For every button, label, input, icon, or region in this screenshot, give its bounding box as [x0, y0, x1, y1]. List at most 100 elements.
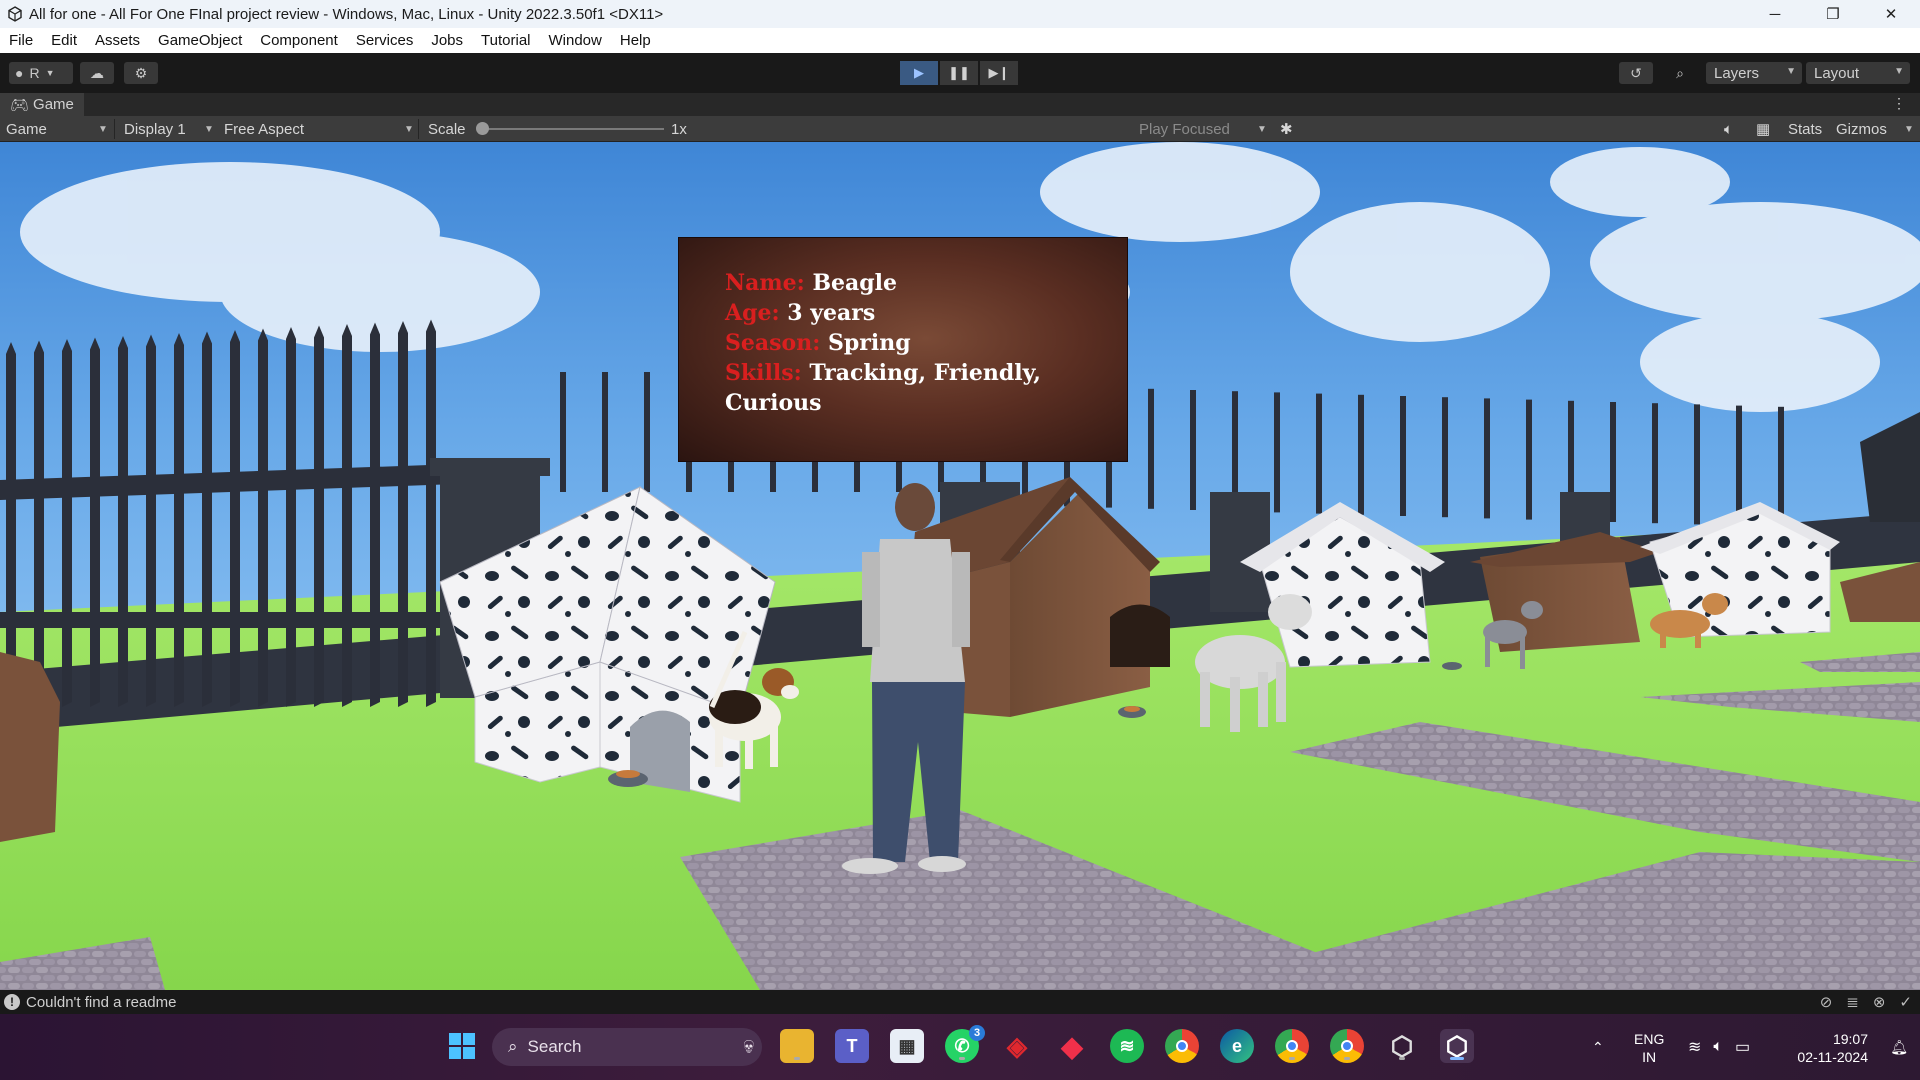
pause-button[interactable]: ❚❚ [940, 61, 978, 85]
clock-time: 19:07 [1832, 1031, 1868, 1047]
cloud-button[interactable]: ☁ [80, 62, 114, 84]
menu-tutorial[interactable]: Tutorial [472, 32, 539, 49]
bug-report-button[interactable]: ✱ [1280, 116, 1293, 142]
search-highlight-icon: 💀︎ [743, 1035, 754, 1058]
display-dropdown[interactable]: Display 1 ▼ [124, 116, 216, 142]
menu-window[interactable]: Window [540, 32, 611, 49]
play-button[interactable]: ▶ [900, 61, 938, 85]
app-diamond-icon[interactable]: ◆ [1055, 1029, 1089, 1063]
info-skills-label: Skills: [725, 360, 802, 386]
menu-jobs[interactable]: Jobs [422, 32, 472, 49]
unity-hub-icon[interactable]: ⬡ [1385, 1029, 1419, 1063]
file-explorer-icon[interactable] [780, 1029, 814, 1063]
status-message[interactable]: Couldn't find a readme [26, 994, 176, 1011]
fence-picket [1694, 404, 1700, 525]
fence-picket [286, 327, 296, 707]
history-icon: ↺ [1630, 64, 1642, 81]
step-button[interactable]: ▶❙ [980, 61, 1018, 85]
fence-picket [1736, 405, 1742, 526]
show-hidden-icons-button[interactable]: ⌃ [1592, 1014, 1604, 1080]
spotify-icon[interactable]: ≋ [1110, 1029, 1144, 1063]
fence-picket [1316, 393, 1322, 514]
settings-icon: ⚙ [134, 64, 148, 81]
collab-button[interactable]: ⚙ [124, 62, 158, 84]
divider [114, 119, 115, 139]
play-controls: ▶ ❚❚ ▶❙ [900, 61, 1018, 85]
history-button[interactable]: ↺ [1619, 62, 1653, 84]
active-indicator [959, 1057, 965, 1060]
fence-picket [118, 336, 128, 707]
layers-stack-icon[interactable]: ≣ [1846, 993, 1859, 1011]
stats-button[interactable]: Stats [1788, 116, 1822, 142]
chevron-down-icon: ▼ [404, 124, 414, 135]
minimize-button[interactable]: ─ [1746, 0, 1804, 28]
taskbar-clock[interactable]: 19:07 02-11-2024 [1797, 1030, 1868, 1066]
fence-picket [1442, 397, 1448, 518]
unity-editor-icon[interactable]: ⬡ [1440, 1029, 1474, 1063]
maximize-button[interactable]: ❐ [1804, 0, 1862, 28]
chevron-down-icon: ▼ [98, 124, 108, 135]
mcafee-icon[interactable]: ◈ [1000, 1029, 1034, 1063]
scale-slider-handle[interactable] [476, 122, 489, 135]
debug-off-icon[interactable]: ⊘ [1820, 993, 1833, 1011]
check-circle-icon[interactable]: ✓ [1899, 993, 1912, 1011]
menu-edit[interactable]: Edit [42, 32, 86, 49]
fence-picket [146, 334, 156, 707]
notification-button[interactable]: 🔔︎ [1890, 1014, 1908, 1080]
game-viewport[interactable]: Name: Beagle Age: 3 years Season: Spring… [0, 142, 1920, 990]
region-code: IN [1642, 1049, 1657, 1065]
fence-picket [1148, 388, 1154, 509]
chrome-icon[interactable] [1165, 1029, 1199, 1063]
info-age-value: 3 years [787, 300, 876, 326]
taskbar-search[interactable]: ⌕ Search 💀︎ [492, 1028, 762, 1066]
fence-picket [34, 340, 44, 707]
play-mode-dropdown[interactable]: Play Focused ▼ [1139, 116, 1269, 142]
menu-file[interactable]: File [0, 32, 42, 49]
account-dropdown[interactable]: ● R ▼ [9, 62, 73, 84]
menu-assets[interactable]: Assets [86, 32, 149, 49]
active-indicator [1450, 1057, 1464, 1060]
language-indicator[interactable]: ENG IN [1634, 1030, 1664, 1066]
close-button[interactable]: ✕ [1862, 0, 1920, 28]
aspect-dropdown[interactable]: Free Aspect ▼ [224, 116, 416, 142]
menu-component[interactable]: Component [251, 32, 347, 49]
fence-picket [1400, 396, 1406, 516]
window-title: All for one - All For One FInal project … [29, 5, 664, 23]
system-tray[interactable]: ≋ 🔈︎ ▭ [1688, 1014, 1750, 1080]
search-button[interactable]: ⌕ [1663, 62, 1697, 84]
gizmos-dropdown[interactable]: Gizmos ▼ [1836, 116, 1916, 142]
fence-picket [1610, 402, 1616, 522]
play-icon: ▶ [914, 65, 924, 80]
chrome-profile-icon[interactable] [1275, 1029, 1309, 1063]
menu-help[interactable]: Help [611, 32, 660, 49]
info-skills-row: Skills: Tracking, Friendly, [725, 358, 1097, 388]
tab-menu-icon[interactable]: ⋮ [1892, 95, 1906, 112]
menu-services[interactable]: Services [347, 32, 423, 49]
fence-picket [1358, 394, 1364, 515]
teams-icon[interactable]: T [835, 1029, 869, 1063]
layout-dropdown[interactable]: Layout ▼ [1806, 62, 1910, 84]
layers-dropdown[interactable]: Layers ▼ [1706, 62, 1802, 84]
view-mode-dropdown[interactable]: Game ▼ [6, 116, 110, 142]
fence-picket [370, 322, 380, 707]
account-icon: ● [15, 65, 24, 81]
store-icon[interactable]: ▦ [890, 1029, 924, 1063]
scale-slider-track[interactable] [484, 128, 664, 130]
grid-toggle-button[interactable]: ▦ [1756, 116, 1770, 142]
speaker-icon: 🔈︎ [1724, 120, 1734, 138]
clock-date: 02-11-2024 [1797, 1049, 1868, 1065]
info-age-row: Age: 3 years [725, 298, 1097, 328]
menu-gameobject[interactable]: GameObject [149, 32, 251, 49]
account-label: R [29, 65, 40, 81]
info-name-label: Name: [725, 270, 805, 296]
network-off-icon[interactable]: ⊗ [1873, 993, 1886, 1011]
gamepad-icon: 🎮︎ [10, 96, 30, 114]
start-button[interactable] [445, 1029, 479, 1063]
edge-icon[interactable]: e [1220, 1029, 1254, 1063]
chrome-profile-2-icon[interactable] [1330, 1029, 1364, 1063]
whatsapp-icon[interactable]: ✆ 3 [945, 1025, 985, 1063]
tab-game[interactable]: 🎮︎ Game [0, 93, 84, 116]
mute-audio-button[interactable]: 🔈︎ [1724, 116, 1733, 142]
menu-bar: File Edit Assets GameObject Component Se… [0, 28, 1920, 53]
battery-icon: ▭ [1735, 1039, 1751, 1056]
